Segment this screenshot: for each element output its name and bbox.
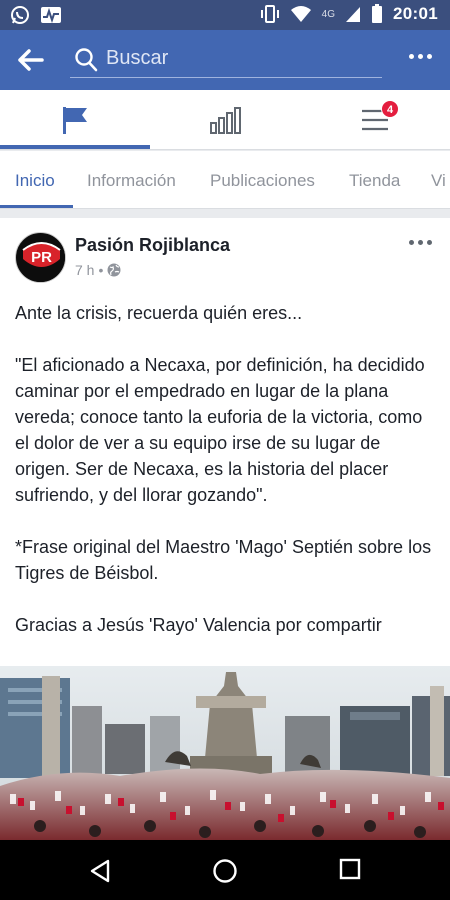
search-input[interactable]: Buscar	[70, 44, 382, 78]
tab-page[interactable]	[0, 90, 150, 150]
nav-recents-button[interactable]	[339, 858, 361, 880]
activity-icon	[40, 5, 62, 25]
search-icon	[75, 48, 98, 72]
battery-icon	[371, 4, 383, 24]
dot-icon	[418, 240, 423, 245]
vibrate-icon	[260, 4, 280, 24]
avatar-text: PR	[31, 249, 52, 266]
network-type: 4G	[321, 8, 336, 20]
more-options-button[interactable]	[409, 54, 432, 59]
dot-icon	[427, 240, 432, 245]
tab-videos[interactable]: Vi	[431, 171, 446, 191]
bar-chart-icon	[210, 107, 241, 134]
post-options-button[interactable]	[409, 240, 432, 245]
post-paragraph: *Frase original del Maestro 'Mago' Septi…	[15, 537, 432, 583]
post-time[interactable]: 7 h	[75, 262, 94, 278]
tab-publicaciones[interactable]: Publicaciones	[210, 171, 315, 191]
active-tab-indicator	[0, 145, 150, 149]
section-tab-bar: 4	[0, 90, 450, 150]
post-author[interactable]: Pasión Rojiblanca	[75, 235, 230, 256]
avatar[interactable]: PR	[15, 232, 66, 283]
dot-icon	[427, 54, 432, 59]
tab-menu[interactable]: 4	[300, 90, 450, 150]
post-text: Ante la crisis, recuerda quién eres... "…	[15, 300, 440, 638]
signal-icon	[345, 5, 361, 23]
active-page-tab-indicator	[0, 205, 73, 208]
crowd-monument-photo	[0, 666, 450, 840]
dot-icon	[418, 54, 423, 59]
post-photo[interactable]	[0, 666, 450, 840]
clock: 20:01	[393, 4, 438, 23]
post-paragraph: Gracias a Jesús 'Rayo' Valencia por comp…	[15, 615, 382, 635]
post-meta: 7 h •	[75, 262, 121, 278]
wifi-icon	[290, 5, 312, 23]
status-bar: 4G 20:01	[0, 0, 450, 30]
flag-icon	[63, 107, 87, 134]
arrow-left-icon	[18, 49, 44, 71]
post-paragraph: Ante la crisis, recuerda quién eres...	[15, 303, 303, 323]
notification-badge: 4	[381, 100, 399, 118]
page-logo: PR	[16, 233, 65, 282]
tab-tienda[interactable]: Tienda	[349, 171, 400, 191]
post-paragraph: "El aficionado a Necaxa, por definición,…	[15, 355, 425, 505]
app-bar: Buscar	[0, 30, 450, 90]
page-tabs: Inicio Información Publicaciones Tienda …	[0, 151, 450, 209]
tab-inicio[interactable]: Inicio	[15, 171, 55, 191]
separator: •	[98, 262, 104, 278]
back-button[interactable]	[16, 46, 48, 74]
system-nav-bar	[0, 840, 450, 900]
dot-icon	[409, 54, 414, 59]
dot-icon	[409, 240, 414, 245]
nav-back-button[interactable]	[88, 858, 112, 884]
globe-icon	[107, 263, 121, 277]
nav-home-button[interactable]	[212, 858, 238, 884]
post-card: PR Pasión Rojiblanca 7 h • Ante la crisi…	[0, 218, 450, 840]
search-placeholder: Buscar	[106, 47, 169, 69]
whatsapp-icon	[10, 5, 30, 25]
tab-informacion[interactable]: Información	[87, 171, 176, 191]
tab-insights[interactable]	[150, 90, 300, 150]
